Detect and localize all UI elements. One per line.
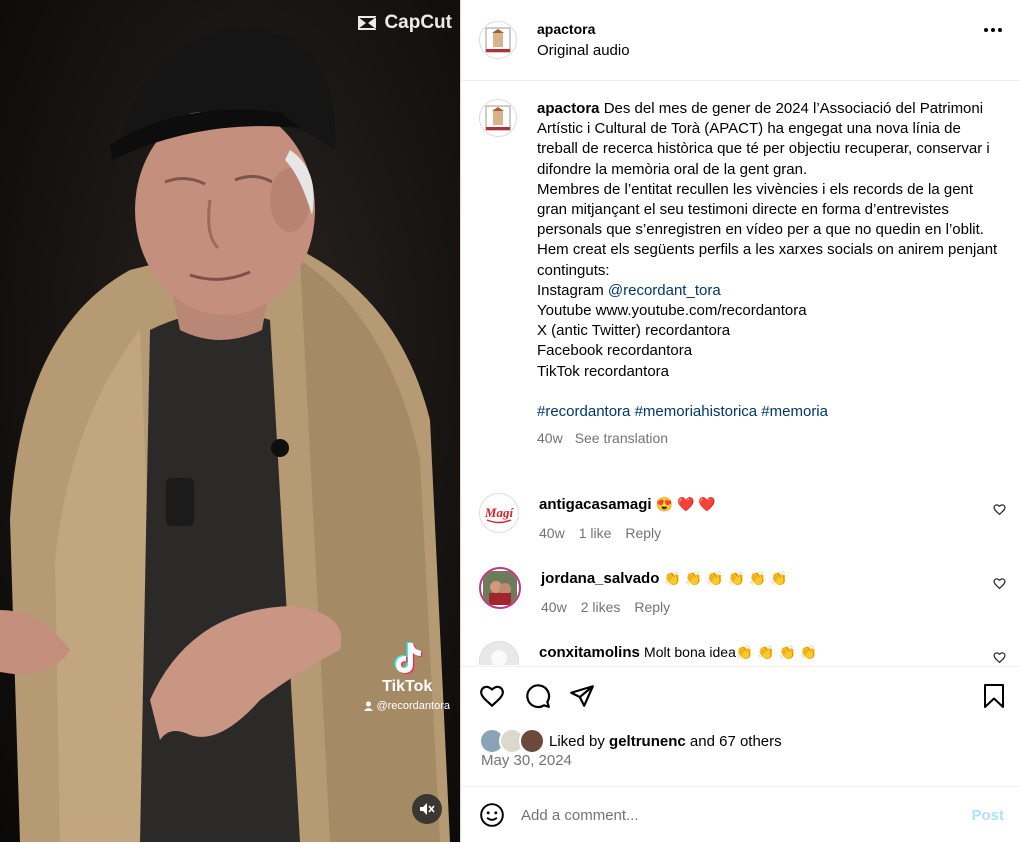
more-options-button[interactable] <box>984 28 1002 32</box>
comment-input[interactable] <box>519 805 943 825</box>
comment-item: jordana_salvado 👏 👏 👏 👏 👏 👏 40w 2 likes … <box>479 567 1006 618</box>
comments-scroll-area[interactable]: apactora Des del mes de gener de 2024 l’… <box>461 81 1020 665</box>
liked-by-others[interactable]: and 67 others <box>690 733 782 750</box>
apact-logo-icon <box>485 27 511 53</box>
comment-text: 😍 ❤️ ❤️ <box>655 496 716 512</box>
post-date[interactable]: May 30, 2024 <box>481 752 572 769</box>
caption-text-3: Hem creat els següents perfils a les xar… <box>537 241 998 279</box>
capcut-logo-icon <box>358 16 377 30</box>
speaker-muted-icon <box>420 803 435 815</box>
tiktok-username: @recordantora <box>364 700 450 712</box>
liked-by-user[interactable]: geltrunenc <box>609 733 686 750</box>
profile-photo-icon <box>480 642 518 665</box>
caption-username[interactable]: apactora <box>537 100 600 117</box>
comment-age[interactable]: 40w <box>541 596 567 618</box>
tiktok-user-text: @recordantora <box>376 700 450 712</box>
author-avatar[interactable] <box>479 21 517 59</box>
see-translation-button[interactable]: See translation <box>575 428 668 448</box>
caption-author-avatar[interactable] <box>479 99 517 137</box>
hashtag-link[interactable]: #memoriahistorica <box>635 403 758 420</box>
caption-age[interactable]: 40w <box>537 428 563 448</box>
comment-likes[interactable]: 1 like <box>579 522 612 544</box>
tiktok-label: TikTok <box>382 678 433 695</box>
like-comment-heart-icon[interactable] <box>993 577 1006 590</box>
comment-age[interactable]: 40w <box>539 522 565 544</box>
instagram-prefix: Instagram <box>537 281 604 299</box>
apact-logo-icon <box>485 105 511 131</box>
reply-button[interactable]: Reply <box>625 522 661 544</box>
post-header: apactora Original audio <box>461 0 1020 81</box>
original-audio-link[interactable]: Original audio <box>537 40 630 62</box>
liker-avatar <box>519 728 545 754</box>
person-icon <box>364 701 374 711</box>
emoji-icon[interactable] <box>479 802 505 828</box>
magi-logo-icon: Magí <box>480 494 518 532</box>
youtube-line: Youtube www.youtube.com/recordantora <box>537 302 807 320</box>
x-line: X (antic Twitter) recordantora <box>537 322 731 340</box>
post-comment-button[interactable]: Post <box>971 807 1004 824</box>
profile-photo-icon <box>483 571 517 605</box>
hashtag-link[interactable]: #recordantora <box>537 403 630 420</box>
dot-icon <box>984 28 988 32</box>
post-caption: apactora Des del mes de gener de 2024 l’… <box>479 99 1000 448</box>
share-paper-plane-icon[interactable] <box>569 683 595 709</box>
comment-text: 👏 👏 👏 👏 👏 👏 <box>663 570 788 586</box>
commenter-avatar[interactable] <box>479 567 521 609</box>
like-comment-heart-icon[interactable] <box>993 651 1006 664</box>
hashtag-link[interactable]: #memoria <box>761 403 828 420</box>
liked-by-prefix: Liked by <box>549 732 605 750</box>
capcut-watermark: CapCut <box>356 12 452 34</box>
video-frame-illustration <box>0 29 450 842</box>
add-comment-bar: Post <box>461 786 1020 843</box>
commenter-avatar[interactable]: Magí <box>479 493 519 533</box>
magi-logo-text: Magí <box>484 505 515 520</box>
reply-button[interactable]: Reply <box>634 596 670 618</box>
commenter-avatar[interactable] <box>479 641 519 665</box>
like-comment-heart-icon[interactable] <box>993 503 1006 516</box>
comment-item: conxitamolins Molt bona idea👏 👏 👏 👏 <box>479 641 1006 665</box>
tiktok-line: TikTok recordantora <box>537 362 669 380</box>
caption-text-2: Membres de l’entitat recullen les vivènc… <box>537 180 984 239</box>
tiktok-watermark: TikTok @recordantora <box>364 640 450 712</box>
commenter-username[interactable]: antigacasamagi <box>539 496 652 513</box>
post-media-video[interactable]: CapCut TikTok @recordantora <box>0 0 460 842</box>
save-bookmark-icon[interactable] <box>982 683 1006 709</box>
instagram-handle-link[interactable]: @recordant_tora <box>608 282 721 299</box>
mute-button[interactable] <box>412 794 442 824</box>
caption-text-1: Des del mes de gener de 2024 l’Associaci… <box>537 100 990 178</box>
facebook-line: Facebook recordantora <box>537 342 693 360</box>
comment-text: Molt bona idea👏 👏 👏 👏 <box>644 644 818 660</box>
liker-avatars <box>479 728 545 754</box>
tiktok-logo-icon <box>394 642 423 674</box>
capcut-text: CapCut <box>384 12 452 33</box>
comment-bubble-icon[interactable] <box>525 683 551 709</box>
likes-summary[interactable]: Liked by geltrunenc and 67 others <box>479 728 782 754</box>
dot-icon <box>998 28 1002 32</box>
dot-icon <box>991 28 995 32</box>
like-heart-icon[interactable] <box>479 683 505 709</box>
comment-likes[interactable]: 2 likes <box>581 596 621 618</box>
comment-item: Magí antigacasamagi 😍 ❤️ ❤️ 40w 1 like R… <box>479 493 1006 544</box>
commenter-username[interactable]: conxitamolins <box>539 644 640 661</box>
header-username[interactable]: apactora <box>537 18 630 40</box>
commenter-username[interactable]: jordana_salvado <box>541 570 659 587</box>
post-panel: apactora Original audio apactora Des del… <box>460 0 1020 842</box>
post-action-bar <box>461 666 1020 727</box>
